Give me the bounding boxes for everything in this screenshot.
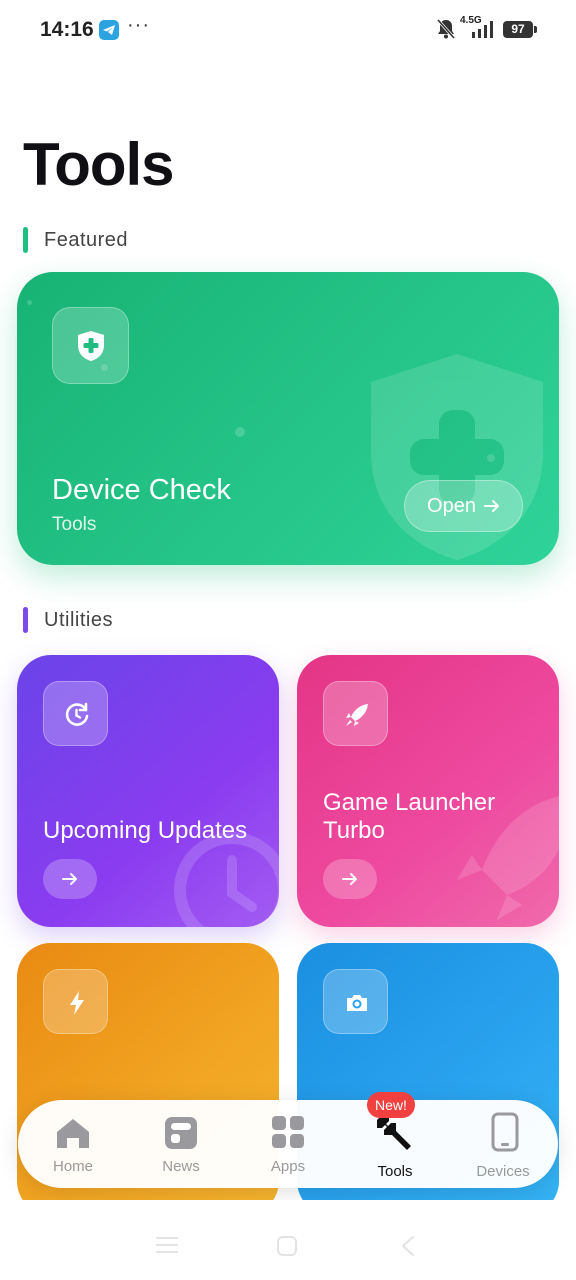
signal-icon — [470, 20, 496, 43]
device-check-subtitle: Tools — [52, 514, 97, 535]
apps-grid-icon — [272, 1116, 304, 1148]
open-button[interactable]: Open — [404, 480, 523, 532]
arrow-right-icon — [483, 500, 499, 512]
menu-icon[interactable] — [156, 1236, 178, 1254]
nav-home[interactable]: Home — [23, 1100, 123, 1188]
game-launcher-icon-box — [323, 681, 388, 746]
nav-devices[interactable]: Devices — [453, 1100, 553, 1188]
upcoming-updates-tile[interactable]: Upcoming Updates — [17, 655, 279, 927]
news-icon — [165, 1117, 197, 1149]
featured-section-header: Featured — [23, 226, 128, 254]
upcoming-updates-open-button[interactable] — [43, 859, 97, 899]
battery-indicator: 97 — [503, 21, 537, 38]
featured-section-marker — [23, 227, 28, 253]
rocket-icon — [346, 704, 368, 726]
arrow-right-icon — [342, 873, 357, 885]
device-check-title: Device Check — [52, 474, 231, 506]
shield-watermark-icon — [367, 352, 547, 565]
device-check-icon-box — [52, 307, 129, 384]
home-square-icon[interactable] — [276, 1236, 298, 1256]
telegram-icon — [99, 20, 119, 40]
nav-apps[interactable]: Apps — [238, 1100, 338, 1188]
nav-devices-label: Devices — [476, 1163, 530, 1180]
clock-refresh-icon — [65, 702, 89, 726]
shield-plus-icon — [78, 331, 104, 361]
status-bar: 14:16 ··· 4.5G 97 — [0, 0, 576, 60]
nav-news-label: News — [162, 1158, 200, 1175]
upcoming-updates-icon-box — [43, 681, 108, 746]
game-launcher-open-button[interactable] — [323, 859, 377, 899]
page-title: Tools — [23, 131, 175, 198]
nav-home-label: Home — [52, 1158, 93, 1175]
nav-apps-label: Apps — [270, 1158, 306, 1175]
featured-section-label: Featured — [44, 228, 129, 251]
boost-icon-box — [43, 969, 108, 1034]
wrench-icon — [377, 1116, 411, 1150]
camera-icon — [347, 995, 367, 1011]
muted-bell-icon — [436, 18, 456, 45]
arrow-right-icon — [62, 873, 77, 885]
system-nav-bar — [0, 1200, 576, 1280]
utilities-section-marker — [23, 607, 28, 633]
utilities-section-header: Utilities — [23, 606, 113, 634]
open-button-label: Open — [427, 494, 476, 517]
nav-news[interactable]: News — [131, 1100, 231, 1188]
status-time: 14:16 — [40, 18, 94, 41]
new-badge: New! — [367, 1092, 415, 1118]
bottom-nav: Home News Apps Tools Devices — [18, 1100, 558, 1188]
game-launcher-title: Game Launcher Turbo — [323, 789, 496, 844]
game-launcher-turbo-tile[interactable]: Game Launcher Turbo — [297, 655, 559, 927]
camera-icon-box — [323, 969, 388, 1034]
lightning-icon — [70, 991, 84, 1015]
home-icon — [57, 1119, 89, 1148]
device-check-card[interactable]: Device Check Tools Open — [17, 272, 559, 565]
utilities-section-label: Utilities — [44, 608, 113, 631]
nav-tools-label: Tools — [377, 1163, 413, 1180]
upcoming-updates-title: Upcoming Updates — [43, 817, 248, 844]
more-notifications-icon: ··· — [127, 14, 150, 36]
back-icon[interactable] — [400, 1236, 416, 1256]
phone-icon — [491, 1112, 519, 1152]
